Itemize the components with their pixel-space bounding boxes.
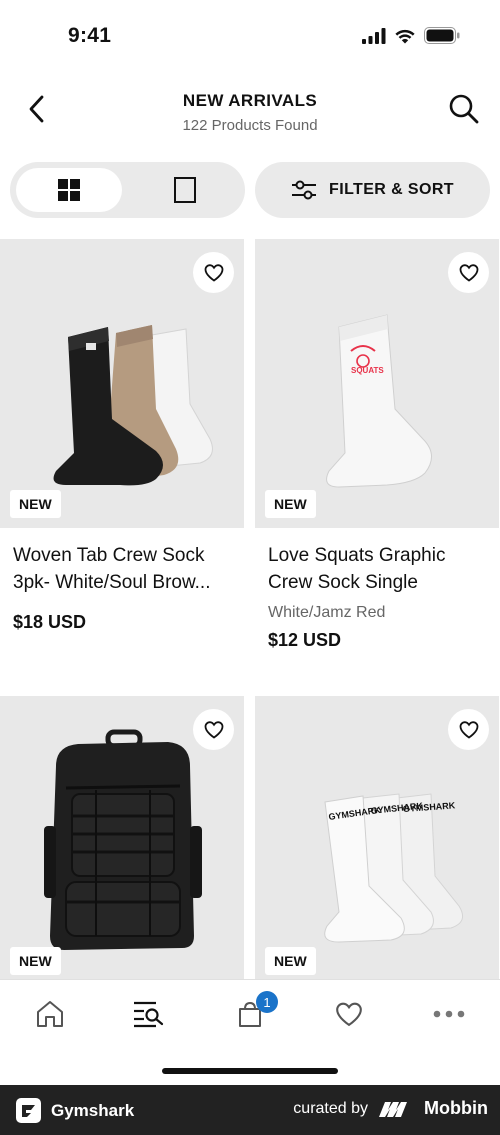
nav-shop[interactable]	[118, 994, 178, 1034]
wishlist-button[interactable]	[193, 709, 234, 750]
product-card[interactable]: SQUATS NEW Love Squats Graphic Crew Sock…	[255, 239, 499, 651]
page-title: NEW ARRIVALS	[182, 91, 318, 110]
sock-graphic-text: SQUATS	[351, 366, 384, 375]
bottom-nav: 1	[0, 979, 500, 1085]
product-price: $12 USD	[268, 630, 342, 650]
products-count: 122 Products Found	[182, 117, 318, 134]
product-card[interactable]: NEW	[0, 696, 244, 979]
battery-icon	[424, 27, 460, 44]
product-grid: NEW Woven Tab Crew Sock 3pk- White/Soul …	[0, 239, 500, 979]
product-image[interactable]: GYMSHARK GYMSHARK GYMSHARK NEW	[255, 696, 499, 979]
nav-home[interactable]	[20, 994, 80, 1034]
nav-more[interactable]	[419, 994, 479, 1034]
curated-by-label: curated by	[293, 1099, 369, 1117]
woven-tab	[86, 343, 96, 350]
product-card[interactable]: GYMSHARK GYMSHARK GYMSHARK NEW	[255, 696, 499, 979]
view-toggle	[10, 162, 245, 218]
single-view-icon	[174, 177, 196, 203]
shop-search-icon	[134, 1001, 164, 1028]
product-card[interactable]: NEW Woven Tab Crew Sock 3pk- White/Soul …	[0, 239, 244, 633]
filter-sort-button[interactable]: FILTER & SORT	[255, 162, 490, 218]
signal-icon	[362, 27, 386, 44]
new-badge: NEW	[10, 490, 61, 518]
status-bar: 9:41	[0, 0, 500, 74]
status-time: 9:41	[68, 24, 112, 47]
search-button[interactable]	[446, 91, 482, 127]
product-price: $18 USD	[13, 612, 87, 632]
wifi-icon	[395, 29, 415, 43]
curated-by: curated by Mobbin	[293, 1098, 488, 1119]
wishlist-button[interactable]	[193, 252, 234, 293]
status-icons	[362, 27, 460, 44]
product-image[interactable]: SQUATS NEW	[255, 239, 499, 528]
heart-outline-icon	[204, 263, 223, 282]
product-image[interactable]: NEW	[0, 239, 244, 528]
nav-wishlist[interactable]	[319, 994, 379, 1034]
product-name[interactable]: Woven Tab Crew Sock 3pk- White/Soul Brow…	[13, 542, 232, 596]
platform-name: Mobbin	[424, 1098, 488, 1118]
more-icon	[433, 1010, 465, 1018]
home-icon	[37, 1001, 63, 1027]
new-badge: NEW	[265, 947, 316, 975]
filter-sliders-icon	[292, 180, 317, 200]
attribution-footer: Gymshark curated by Mobbin	[0, 1085, 500, 1135]
nav-bag[interactable]: 1	[220, 991, 280, 1034]
new-badge: NEW	[10, 947, 61, 975]
home-indicator[interactable]	[162, 1068, 338, 1074]
product-image[interactable]: NEW	[0, 696, 244, 979]
search-icon	[449, 94, 479, 124]
wishlist-button[interactable]	[448, 709, 489, 750]
heart-icon	[336, 1002, 362, 1026]
new-badge: NEW	[265, 490, 316, 518]
cart-count-badge: 1	[256, 991, 278, 1013]
wishlist-button[interactable]	[448, 252, 489, 293]
product-name[interactable]: Love Squats Graphic Crew Sock Single	[268, 542, 487, 596]
grid-view-button[interactable]	[16, 168, 122, 212]
heart-outline-icon	[459, 263, 478, 282]
product-color: White/Jamz Red	[268, 604, 386, 621]
gymshark-logo-icon	[16, 1098, 41, 1123]
single-view-button[interactable]	[132, 168, 238, 212]
heart-outline-icon	[204, 720, 223, 739]
grid-view-icon	[58, 179, 80, 201]
filter-sort-label: FILTER & SORT	[329, 181, 454, 198]
page-header: NEW ARRIVALS 122 Products Found	[0, 74, 500, 152]
heart-outline-icon	[459, 720, 478, 739]
toolbar: FILTER & SORT	[10, 162, 490, 218]
brand-name: Gymshark	[51, 1100, 135, 1120]
mobbin-logo-icon	[379, 1101, 408, 1117]
brand: Gymshark	[16, 1098, 134, 1123]
